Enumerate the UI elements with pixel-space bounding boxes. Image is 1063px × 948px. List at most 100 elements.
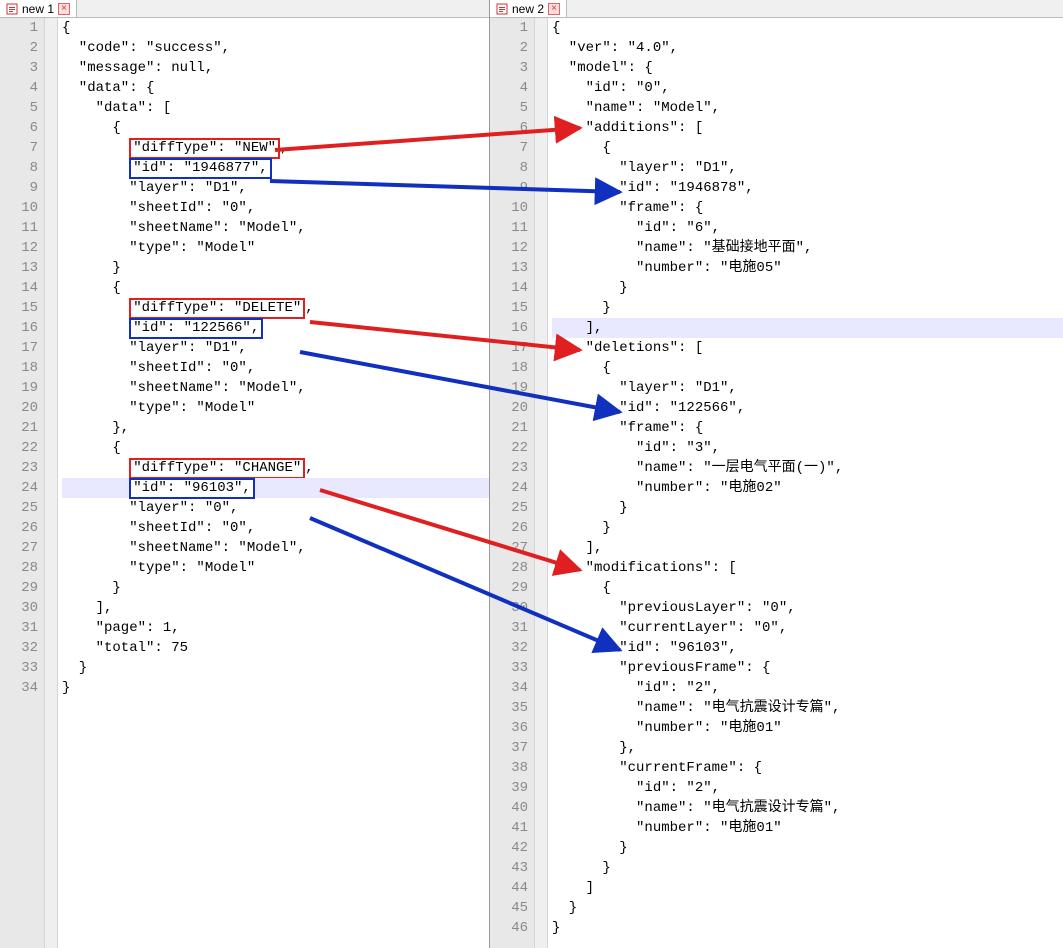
tab-label: new 2 (512, 2, 544, 16)
code-line: "model": { (552, 58, 1063, 78)
code-line: "sheetId": "0", (62, 198, 489, 218)
left-code[interactable]: { "code": "success", "message": null, "d… (58, 18, 489, 948)
code-line: "name": "一层电气平面(一)", (552, 458, 1063, 478)
code-line: "total": 75 (62, 638, 489, 658)
code-line: "currentLayer": "0", (552, 618, 1063, 638)
code-line: }, (552, 738, 1063, 758)
code-line: "id": "3", (552, 438, 1063, 458)
highlight-blue: "id": "1946877", (129, 158, 271, 179)
right-code[interactable]: { "ver": "4.0", "model": { "id": "0", "n… (548, 18, 1063, 948)
code-line: "sheetId": "0", (62, 518, 489, 538)
code-line: "sheetId": "0", (62, 358, 489, 378)
code-line: { (552, 138, 1063, 158)
code-line: "diffType": "NEW", (62, 138, 489, 158)
code-line: "id": "1946878", (552, 178, 1063, 198)
code-line: } (552, 278, 1063, 298)
highlight-blue: "id": "122566", (129, 318, 263, 339)
left-tabbar: new 1 × (0, 0, 489, 18)
code-line: "data": { (62, 78, 489, 98)
code-line: "name": "电气抗震设计专篇", (552, 698, 1063, 718)
code-line: "id": "6", (552, 218, 1063, 238)
code-line: { (62, 438, 489, 458)
code-line: } (62, 678, 489, 698)
code-line: ], (62, 598, 489, 618)
code-line: "name": "电气抗震设计专篇", (552, 798, 1063, 818)
code-line: "type": "Model" (62, 398, 489, 418)
right-gutter: 1234567891011121314151617181920212223242… (490, 18, 534, 948)
code-line: "sheetName": "Model", (62, 538, 489, 558)
code-line: { (552, 358, 1063, 378)
left-editor[interactable]: 1234567891011121314151617181920212223242… (0, 18, 489, 948)
code-line: }, (62, 418, 489, 438)
code-line: "id": "2", (552, 678, 1063, 698)
file-icon (496, 3, 508, 15)
code-line: "id": "1946877", (62, 158, 489, 178)
code-line: "frame": { (552, 198, 1063, 218)
highlight-red: "diffType": "NEW" (129, 138, 280, 159)
code-line: } (552, 858, 1063, 878)
code-line: "type": "Model" (62, 558, 489, 578)
code-line: } (62, 658, 489, 678)
code-line: ], (552, 318, 1063, 338)
code-line: "type": "Model" (62, 238, 489, 258)
code-line: "message": null, (62, 58, 489, 78)
right-tabbar: new 2 × (490, 0, 1063, 18)
left-gutter: 1234567891011121314151617181920212223242… (0, 18, 44, 948)
code-line: } (552, 518, 1063, 538)
right-marker-strip (534, 18, 548, 948)
code-line: "id": "122566", (552, 398, 1063, 418)
code-line: "id": "0", (552, 78, 1063, 98)
code-line: } (552, 838, 1063, 858)
right-pane: new 2 × 12345678910111213141516171819202… (490, 0, 1063, 948)
code-line: "number": "电施02" (552, 478, 1063, 498)
code-line: "id": "96103", (62, 478, 489, 498)
code-line: "ver": "4.0", (552, 38, 1063, 58)
code-line: "previousLayer": "0", (552, 598, 1063, 618)
code-line: "id": "122566", (62, 318, 489, 338)
code-line: } (552, 918, 1063, 938)
code-line: "additions": [ (552, 118, 1063, 138)
left-pane: new 1 × 12345678910111213141516171819202… (0, 0, 490, 948)
code-line: "name": "基础接地平面", (552, 238, 1063, 258)
code-line: "layer": "D1", (62, 178, 489, 198)
code-line: "number": "电施01" (552, 718, 1063, 738)
code-line: "page": 1, (62, 618, 489, 638)
code-line: "sheetName": "Model", (62, 218, 489, 238)
code-line: "number": "电施01" (552, 818, 1063, 838)
highlight-red: "diffType": "DELETE" (129, 298, 305, 319)
code-line: { (552, 578, 1063, 598)
code-line: "code": "success", (62, 38, 489, 58)
code-line: "data": [ (62, 98, 489, 118)
code-line: } (62, 258, 489, 278)
left-marker-strip (44, 18, 58, 948)
tab-new2[interactable]: new 2 × (490, 0, 567, 17)
code-line: { (62, 278, 489, 298)
code-line: "layer": "D1", (62, 338, 489, 358)
code-line: "layer": "D1", (552, 158, 1063, 178)
code-line: } (552, 498, 1063, 518)
code-line: "frame": { (552, 418, 1063, 438)
code-line: "id": "96103", (552, 638, 1063, 658)
code-line: "layer": "D1", (552, 378, 1063, 398)
file-icon (6, 3, 18, 15)
highlight-blue: "id": "96103", (129, 478, 255, 499)
tab-label: new 1 (22, 2, 54, 16)
code-line: "previousFrame": { (552, 658, 1063, 678)
code-line: "number": "电施05" (552, 258, 1063, 278)
code-line: { (552, 18, 1063, 38)
highlight-red: "diffType": "CHANGE" (129, 458, 305, 479)
right-editor[interactable]: 1234567891011121314151617181920212223242… (490, 18, 1063, 948)
tab-new1[interactable]: new 1 × (0, 0, 77, 17)
close-icon[interactable]: × (548, 3, 560, 15)
code-line: ] (552, 878, 1063, 898)
code-line: "id": "2", (552, 778, 1063, 798)
code-line: "diffType": "CHANGE", (62, 458, 489, 478)
close-icon[interactable]: × (58, 3, 70, 15)
code-line: "deletions": [ (552, 338, 1063, 358)
code-line: "name": "Model", (552, 98, 1063, 118)
code-line: } (62, 578, 489, 598)
code-line: "sheetName": "Model", (62, 378, 489, 398)
code-line: "layer": "0", (62, 498, 489, 518)
code-line: { (62, 118, 489, 138)
code-line: } (552, 298, 1063, 318)
